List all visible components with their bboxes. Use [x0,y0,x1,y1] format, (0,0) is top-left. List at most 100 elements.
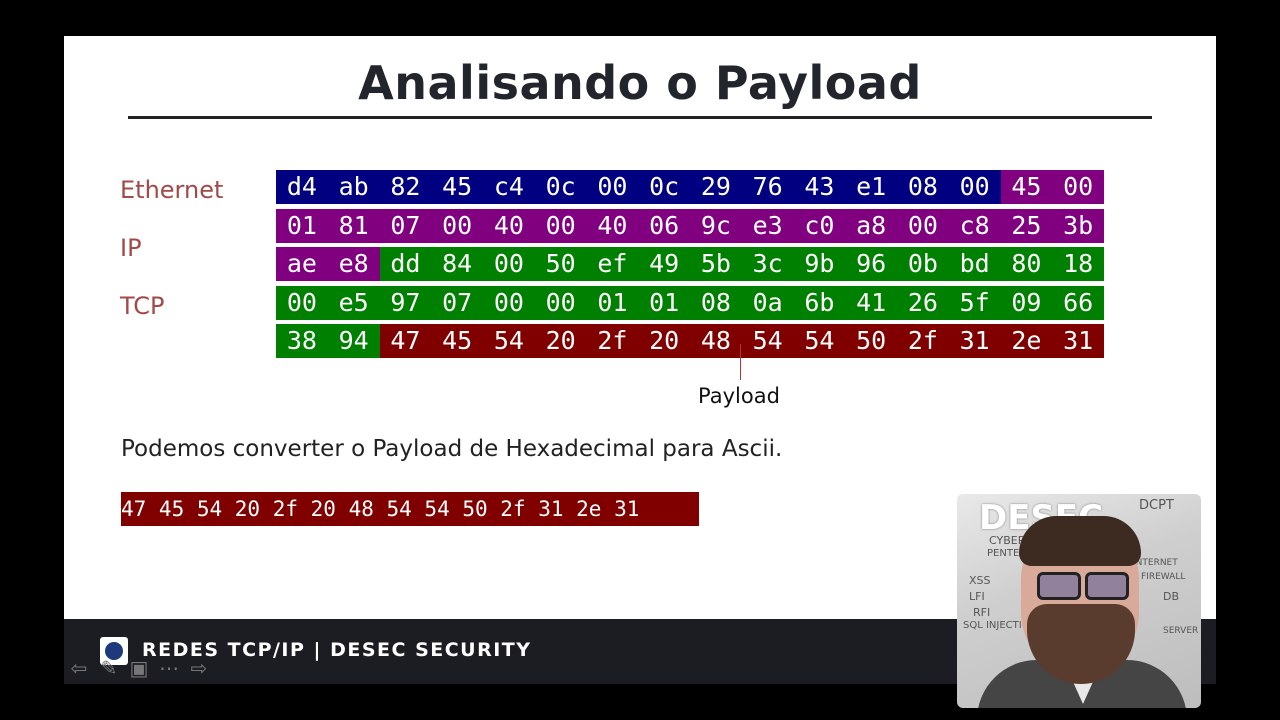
presenter-glasses [1037,572,1129,600]
whiteboard-text: INTERNET [1133,558,1178,568]
hex-byte: 0c [534,170,587,204]
hex-byte: 96 [845,247,897,281]
hex-row: 38 94 47 45 54 20 2f 20 48 54 54 50 2f 31 2e 31 [276,324,1104,358]
hex-byte: 00 [431,208,483,243]
hex-byte: 26 [897,285,949,320]
hex-byte: 00 [276,285,328,320]
whiteboard-text: FIREWALL [1141,572,1186,582]
hex-byte: a8 [845,208,897,243]
hex-row: 00 e5 97 07 00 00 01 01 08 0a 6b 41 26 5f 09 66 [276,285,1104,320]
hex-byte: 54 [793,324,846,358]
hex-byte: d4 [276,170,328,204]
hex-byte: 08 [897,170,949,204]
hex-byte: 07 [431,285,483,320]
body-text: Podemos converter o Payload de Hexadecim… [121,436,783,462]
label-tcp: TCP [120,292,165,320]
hex-byte: 54 [741,324,794,358]
hex-byte: 00 [1052,170,1104,204]
payload-pointer-line [740,344,741,380]
whiteboard-text: LFI [969,590,985,603]
hex-byte: bd [948,247,1001,281]
hex-byte: e8 [327,247,380,281]
hex-byte: 09 [1000,285,1053,320]
hex-byte: 47 [379,324,432,358]
hex-byte: 9c [690,208,742,243]
title-divider [128,116,1152,119]
hex-byte: 49 [638,247,690,281]
whiteboard-text: RFI [973,606,991,619]
hex-byte: c8 [948,208,1001,243]
hex-byte: 66 [1052,285,1104,320]
payload-label: Payload [698,384,780,408]
label-ip: IP [120,234,142,262]
hex-byte: 00 [534,208,587,243]
screen-icon[interactable]: ▣ [126,656,152,682]
hex-byte: 0a [741,285,794,320]
hex-byte: 2f [897,324,949,358]
whiteboard-text: DCPT [1139,498,1174,513]
hex-byte: ef [586,247,639,281]
hex-row: ae e8 dd 84 00 50 ef 49 5b 3c 9b 96 0b bd 80 18 [276,247,1104,281]
hex-byte: e1 [845,170,897,204]
hex-byte: 31 [948,324,1001,358]
hex-byte: 00 [483,285,535,320]
hex-byte: 07 [379,208,432,243]
hex-byte: 00 [897,208,949,243]
hex-byte: 20 [534,324,587,358]
hex-byte: 50 [534,247,587,281]
hex-byte: 00 [483,247,535,281]
hex-byte: e3 [741,208,794,243]
hex-byte: 41 [845,285,897,320]
hex-byte: 40 [586,208,639,243]
hex-byte: 40 [483,208,535,243]
hex-byte: 97 [379,285,432,320]
hex-byte: 45 [431,170,483,204]
arrow-right-icon[interactable]: ⇨ [186,656,212,682]
slide-navigation: ⇦ ✎ ▣ ⋯ ⇨ [66,656,212,684]
hex-byte: 00 [948,170,1001,204]
hex-byte: 08 [690,285,742,320]
hex-byte: 0c [638,170,690,204]
hex-byte: 3b [1052,208,1104,243]
hex-byte: 38 [276,324,328,358]
hex-byte: 6b [793,285,846,320]
webcam-overlay: DESEC DCPT CYBER PENTEST XSS LFI RFI SQL… [957,494,1201,708]
hex-byte: 01 [638,285,690,320]
hex-byte: 20 [638,324,690,358]
hex-byte: 00 [586,170,639,204]
hex-byte: 43 [793,170,846,204]
hex-byte: 0b [897,247,949,281]
hex-row: 01 81 07 00 40 00 40 06 9c e3 c0 a8 00 c8 25 3b [276,208,1104,243]
whiteboard-text: DB [1163,590,1180,603]
presenter-hair [1019,516,1141,566]
hex-byte: 45 [1000,170,1053,204]
hex-byte: e5 [327,285,380,320]
hex-byte: 76 [741,170,794,204]
hex-byte: 01 [586,285,639,320]
hex-byte: 2f [586,324,639,358]
hex-byte: c4 [483,170,535,204]
hex-byte: 9b [793,247,846,281]
hex-byte: 01 [276,208,328,243]
hex-byte: 18 [1052,247,1104,281]
more-icon[interactable]: ⋯ [156,656,182,682]
hex-byte: 80 [1000,247,1053,281]
whiteboard-text: SERVER [1163,626,1199,636]
payload-hex-box: 47 45 54 20 2f 20 48 54 54 50 2f 31 2e 3… [121,492,699,526]
hex-row: d4 ab 82 45 c4 0c 00 0c 29 76 43 e1 08 00 45 00 [276,170,1104,204]
hex-byte: 00 [534,285,587,320]
hex-byte: 5f [948,285,1001,320]
hex-byte: 82 [379,170,432,204]
hex-byte: ab [327,170,380,204]
pencil-icon[interactable]: ✎ [96,656,122,682]
hex-byte: 81 [327,208,380,243]
packet-hex-dump: d4 ab 82 45 c4 0c 00 0c 29 76 43 e1 08 00 45 00 01 81 07 00… [276,170,1104,363]
hex-byte: 94 [327,324,380,358]
hex-byte: 45 [431,324,483,358]
hex-byte: 50 [845,324,897,358]
label-ethernet: Ethernet [120,176,224,204]
arrow-left-icon[interactable]: ⇦ [66,656,92,682]
hex-byte: c0 [793,208,846,243]
hex-byte: 54 [483,324,535,358]
hex-byte: 31 [1052,324,1104,358]
